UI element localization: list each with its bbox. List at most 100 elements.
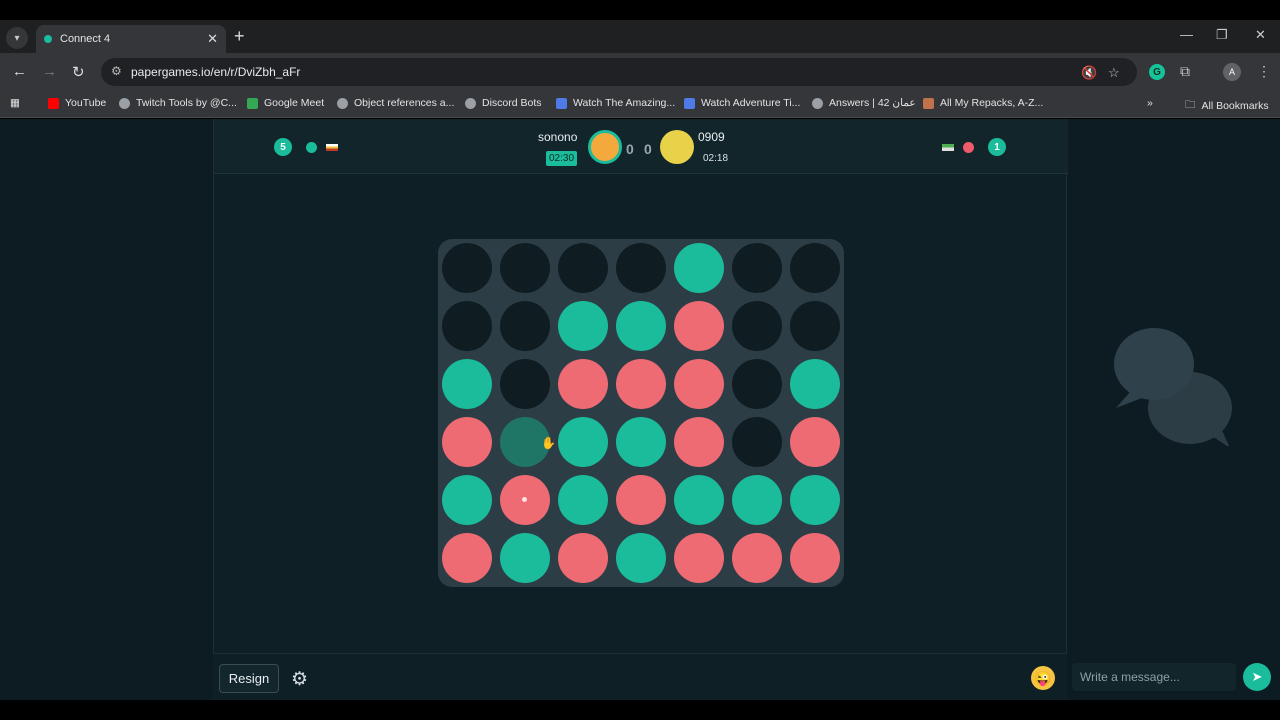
left-flag-icon <box>326 144 338 151</box>
folder-icon: 🗀 <box>1185 99 1196 111</box>
red-disc[interactable] <box>442 417 492 467</box>
address-bar[interactable]: ⚙ papergames.io/en/r/DviZbh_aFr 🔇 ☆ <box>101 58 1137 86</box>
grammarly-icon[interactable]: G <box>1149 64 1165 80</box>
score-left: 0 <box>626 141 634 157</box>
bookmark-star-icon[interactable]: ☆ <box>1108 65 1120 81</box>
teal-disc[interactable] <box>616 533 666 583</box>
teal-disc[interactable] <box>732 475 782 525</box>
right-wins-badge: 1 <box>988 138 1006 156</box>
red-disc[interactable] <box>674 533 724 583</box>
close-window-icon[interactable]: ✕ <box>1255 27 1266 43</box>
tab-title: Connect 4 <box>60 33 111 45</box>
teal-disc[interactable] <box>558 475 608 525</box>
close-tab-icon[interactable]: ✕ <box>207 31 218 47</box>
bookmarks-bar: ▦ YouTube Twitch Tools by @C... Google M… <box>0 91 1280 118</box>
youtube-icon <box>48 97 59 109</box>
empty-slot[interactable] <box>732 301 782 351</box>
site-info-icon[interactable]: ⚙ <box>111 64 122 78</box>
teal-disc[interactable] <box>558 301 608 351</box>
teal-disc[interactable] <box>674 475 724 525</box>
score-right: 0 <box>644 141 652 157</box>
bookmark-youtube[interactable]: YouTube <box>48 97 106 109</box>
extensions-icon[interactable]: ⧉ <box>1180 63 1190 80</box>
empty-slot[interactable] <box>732 417 782 467</box>
right-flag-icon <box>942 144 954 151</box>
minimize-icon[interactable]: — <box>1180 27 1193 42</box>
red-disc[interactable] <box>674 417 724 467</box>
red-disc[interactable] <box>674 359 724 409</box>
screen: ▾ Connect 4 ✕ + — ❐ ✕ ← → ↻ ⚙ papergames… <box>0 0 1280 720</box>
site-icon <box>556 97 567 109</box>
send-message-button[interactable]: ➤ <box>1243 663 1271 691</box>
empty-slot[interactable] <box>500 301 550 351</box>
bookmark-google-meet[interactable]: Google Meet <box>247 97 324 109</box>
teal-disc[interactable] <box>790 475 840 525</box>
all-bookmarks-folder[interactable]: 🗀 All Bookmarks <box>1185 97 1269 115</box>
empty-slot[interactable] <box>616 243 666 293</box>
more-bookmarks-icon[interactable]: » <box>1147 97 1153 109</box>
red-disc[interactable] <box>442 533 492 583</box>
forward-icon[interactable]: → <box>42 63 57 80</box>
tab-search-icon[interactable]: ▾ <box>6 27 28 49</box>
player2-timer: 02:18 <box>703 153 729 164</box>
red-disc[interactable] <box>674 301 724 351</box>
profile-avatar[interactable]: A <box>1223 63 1241 81</box>
connect4-board[interactable] <box>438 239 844 587</box>
menu-icon[interactable]: ⋮ <box>1257 63 1271 80</box>
player2-name: 0909 <box>698 130 725 144</box>
game-header: 5 sonono 02:30 0 0 0909 02:18 1 <box>214 119 1068 174</box>
bookmark-answers[interactable]: Answers | 42 عمان <box>812 97 916 109</box>
empty-slot[interactable] <box>790 301 840 351</box>
player1-timer: 02:30 <box>546 151 578 166</box>
teal-disc[interactable] <box>558 417 608 467</box>
new-tab-button[interactable]: + <box>234 26 245 47</box>
red-disc[interactable] <box>500 475 550 525</box>
bookmark-discord-bots[interactable]: Discord Bots <box>465 97 542 109</box>
chat-message-input[interactable]: Write a message... <box>1072 663 1236 691</box>
back-icon[interactable]: ← <box>12 63 27 80</box>
chat-bubbles-icon <box>1114 328 1232 446</box>
teal-disc[interactable] <box>616 301 666 351</box>
empty-slot[interactable] <box>500 359 550 409</box>
bookmark-watch-adventure[interactable]: Watch Adventure Ti... <box>684 97 800 109</box>
red-disc[interactable] <box>616 475 666 525</box>
teal-disc[interactable] <box>790 359 840 409</box>
muted-icon[interactable]: 🔇 <box>1081 65 1097 81</box>
teal-disc[interactable] <box>442 359 492 409</box>
url-text: papergames.io/en/r/DviZbh_aFr <box>131 65 301 79</box>
teal-disc[interactable] <box>442 475 492 525</box>
bookmark-twitch-tools[interactable]: Twitch Tools by @C... <box>119 97 237 109</box>
emoji-button[interactable]: 😜 <box>1031 666 1055 690</box>
red-disc[interactable] <box>558 533 608 583</box>
globe-icon <box>337 97 348 109</box>
mouse-cursor-icon: ✋ <box>541 436 556 450</box>
reload-icon[interactable]: ↻ <box>72 63 85 81</box>
restore-icon[interactable]: ❐ <box>1216 27 1228 43</box>
teal-disc[interactable] <box>616 417 666 467</box>
resign-button[interactable]: Resign <box>219 664 279 693</box>
teal-disc[interactable] <box>500 533 550 583</box>
empty-slot[interactable] <box>558 243 608 293</box>
red-disc[interactable] <box>558 359 608 409</box>
red-disc[interactable] <box>790 417 840 467</box>
empty-slot[interactable] <box>732 359 782 409</box>
teal-disc[interactable] <box>674 243 724 293</box>
empty-slot[interactable] <box>442 243 492 293</box>
tab-connect4[interactable]: Connect 4 ✕ <box>36 25 226 53</box>
player1-avatar <box>588 130 622 164</box>
bookmark-object-references[interactable]: Object references a... <box>337 97 454 109</box>
red-disc[interactable] <box>616 359 666 409</box>
empty-slot[interactable] <box>500 243 550 293</box>
empty-slot[interactable] <box>732 243 782 293</box>
bookmark-repacks[interactable]: All My Repacks, A-Z... <box>923 97 1043 109</box>
empty-slot[interactable] <box>442 301 492 351</box>
tab-strip: ▾ Connect 4 ✕ + — ❐ ✕ <box>0 20 1280 53</box>
meet-icon <box>247 97 258 109</box>
game-area: 5 sonono 02:30 0 0 0909 02:18 1 ✋ <box>213 119 1068 700</box>
red-disc[interactable] <box>732 533 782 583</box>
empty-slot[interactable] <box>790 243 840 293</box>
settings-gear-icon[interactable]: ⚙ <box>291 668 308 691</box>
bookmark-watch-amazing[interactable]: Watch The Amazing... <box>556 97 675 109</box>
apps-grid-icon[interactable]: ▦ <box>10 97 20 109</box>
red-disc[interactable] <box>790 533 840 583</box>
